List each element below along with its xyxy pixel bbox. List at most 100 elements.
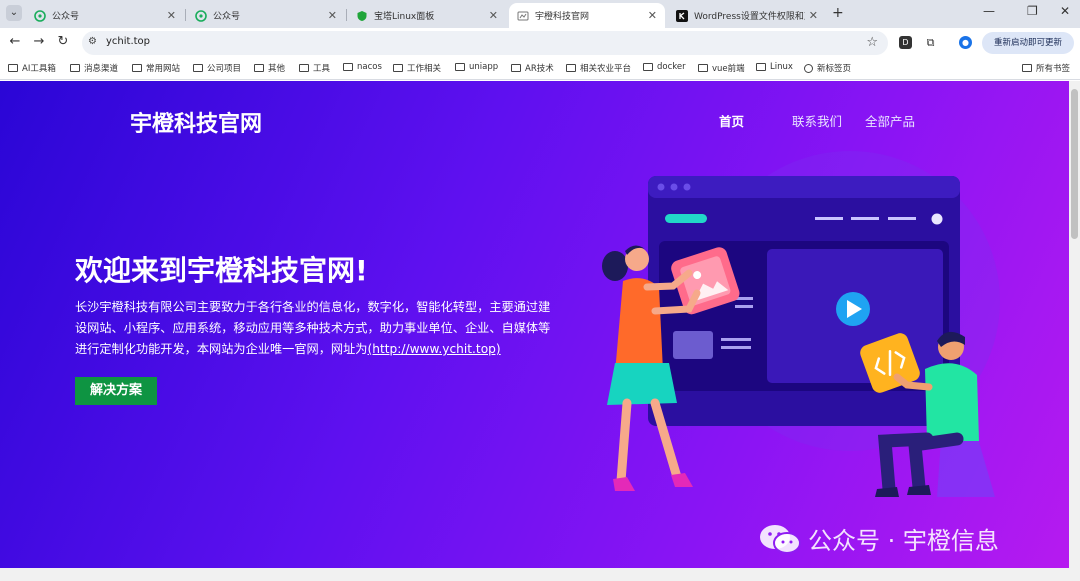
close-icon[interactable]: ✕ (167, 9, 176, 22)
hero-title: 欢迎来到宇橙科技官网! (75, 254, 368, 287)
bookmark-folder[interactable]: docker (643, 62, 686, 72)
folder-icon (393, 64, 403, 72)
tab-2[interactable]: 公众号 ✕ (187, 3, 345, 28)
site-logo[interactable]: 宇橙科技官网 (130, 106, 262, 138)
restart-update-button[interactable]: 重新启动即可更新 (982, 32, 1074, 54)
site-info-icon[interactable]: ⚙ (88, 36, 97, 47)
address-url: ychit.top (106, 36, 151, 47)
bookmark-folder[interactable]: uniapp (455, 62, 498, 72)
bookmark-folder[interactable]: 消息渠道 (70, 62, 118, 74)
restore-icon[interactable]: ❐ (1027, 4, 1038, 18)
folder-icon (566, 64, 576, 72)
solutions-button[interactable]: 解决方案 (75, 377, 157, 405)
window-dot-icon (670, 183, 678, 191)
all-bookmarks[interactable]: 所有书签 (1022, 62, 1070, 74)
site-favicon-icon (517, 10, 529, 22)
folder-icon (511, 64, 521, 72)
bookmark-folder[interactable]: 工作相关 (393, 62, 441, 74)
profile-avatar-icon[interactable]: ● (959, 36, 972, 49)
bookmark-folder[interactable]: vue前端 (698, 62, 745, 74)
folder-icon (756, 63, 766, 71)
hero-description: 长沙宇橙科技有限公司主要致力于各行各业的信息化，数字化，智能化转型，主要通过建设… (75, 297, 555, 360)
screen-line (888, 217, 916, 220)
bookmark-folder[interactable]: 公司项目 (193, 62, 241, 74)
window-dot-icon (683, 183, 691, 191)
tab-title: WordPress设置文件权限和直接 (694, 12, 805, 22)
folder-icon (70, 64, 80, 72)
watermark-text: 公众号 · 宇橙信息 (808, 527, 999, 555)
tab-title: 公众号 (213, 12, 241, 22)
address-bar[interactable]: ⚙ ychit.top ☆ (82, 31, 888, 55)
new-tab-plus-icon[interactable]: + (832, 5, 844, 21)
tab-1[interactable]: 公众号 ✕ (26, 3, 184, 28)
folder-icon (254, 64, 264, 72)
reload-icon[interactable]: ↻ (54, 34, 72, 49)
wechat-recycle-icon (34, 9, 46, 22)
bookmark-folder[interactable]: 其他 (254, 62, 285, 74)
scroll-thumb[interactable] (1071, 89, 1078, 239)
close-icon[interactable]: ✕ (809, 9, 818, 22)
back-arrow-icon[interactable]: ← (6, 34, 24, 49)
website-viewport: 宇橙科技官网 首页 联系我们 全部产品 欢迎来到宇橙科技官网! 长沙宇橙科技有限… (0, 81, 1069, 568)
bookmark-folder[interactable]: nacos (343, 62, 382, 72)
screen-line (815, 217, 843, 220)
bookmarks-bar: AI工具箱 消息渠道 常用网站 公司项目 其他 工具 nacos 工作相关 un… (0, 58, 1080, 80)
minimize-icon[interactable]: — (983, 4, 995, 18)
extensions-puzzle-icon[interactable]: ⧉ (924, 36, 937, 49)
folder-icon (8, 64, 18, 72)
k-logo-icon (676, 9, 688, 22)
shield-icon (356, 10, 368, 22)
close-icon[interactable]: ✕ (648, 9, 657, 22)
folder-icon (698, 64, 708, 72)
tab-title: 宝塔Linux面板 (374, 12, 435, 22)
folder-icon (193, 64, 203, 72)
wechat-watermark: 公众号 · 宇橙信息 (758, 521, 999, 556)
screen-pill (665, 214, 707, 223)
bookmark-new-tab[interactable]: 新标签页 (804, 62, 851, 74)
vertical-scrollbar[interactable] (1069, 81, 1080, 568)
horizontal-scrollbar[interactable] (0, 568, 1080, 581)
window-dot-icon (657, 183, 665, 191)
tab-5[interactable]: WordPress设置文件权限和直接 ✕ (668, 3, 826, 28)
hero-illustration (602, 151, 1000, 497)
screen-line (721, 338, 751, 341)
tab-strip: ⌄ 公众号 ✕ 公众号 ✕ 宝塔Linux面板 ✕ 宇橙科技官网 ✕ WordP… (0, 0, 1080, 28)
bookmark-folder[interactable]: 工具 (299, 62, 330, 74)
tab-3[interactable]: 宝塔Linux面板 ✕ (348, 3, 506, 28)
screen-thumb (673, 331, 713, 359)
bookmark-folder[interactable]: 相关农业平台 (566, 62, 631, 74)
bookmark-folder[interactable]: AI工具箱 (8, 62, 56, 74)
bookmark-folder[interactable]: 常用网站 (132, 62, 180, 74)
browser-toolbar: ← → ↻ ⚙ ychit.top ☆ D ⧉ ● 重新启动即可更新 (0, 28, 1080, 58)
screen-line (721, 346, 751, 349)
tab-title: 宇橙科技官网 (535, 12, 590, 22)
bookmark-star-icon[interactable]: ☆ (866, 35, 878, 50)
tab-search-button[interactable]: ⌄ (6, 5, 22, 21)
close-icon[interactable]: ✕ (489, 9, 498, 22)
wechat-recycle-icon (195, 9, 207, 22)
nav-contact[interactable]: 联系我们 (792, 111, 842, 130)
tab-divider (185, 9, 186, 21)
forward-arrow-icon[interactable]: → (30, 34, 48, 49)
bookmark-folder[interactable]: AR技术 (511, 62, 554, 74)
folder-icon (299, 64, 309, 72)
tab-title: 公众号 (52, 12, 80, 22)
screen-line (735, 305, 753, 308)
extension-d-icon[interactable]: D (899, 36, 912, 49)
wechat-logo-icon (760, 524, 801, 554)
screen-line (851, 217, 879, 220)
tab-divider (346, 9, 347, 21)
site-url-link[interactable]: (http://www.ychit.top) (368, 342, 501, 356)
nav-home[interactable]: 首页 (719, 111, 744, 130)
tab-4-active[interactable]: 宇橙科技官网 ✕ (509, 3, 665, 28)
folder-icon (132, 64, 142, 72)
nav-products[interactable]: 全部产品 (865, 111, 915, 130)
close-window-icon[interactable]: ✕ (1060, 4, 1070, 18)
folder-icon (643, 63, 653, 71)
screen-dot-icon (931, 213, 943, 225)
close-icon[interactable]: ✕ (328, 9, 337, 22)
bookmark-folder[interactable]: Linux (756, 62, 793, 72)
folder-icon (343, 63, 353, 71)
folder-icon (455, 63, 465, 71)
folder-icon (1022, 64, 1032, 72)
